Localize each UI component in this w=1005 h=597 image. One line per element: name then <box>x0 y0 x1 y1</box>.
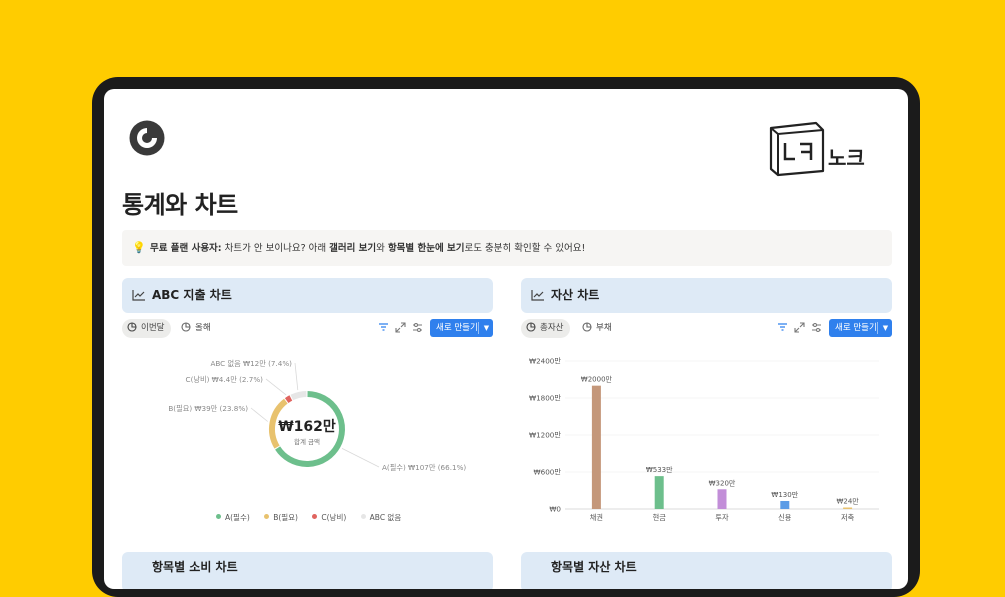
page-logo-icon <box>129 120 165 156</box>
notion-page: 노크 통계와 차트 💡 무료 플랜 사용자: 차트가 안 보이나요? 아래 갤러리… <box>104 89 908 589</box>
chevron-down-icon[interactable]: ▼ <box>880 319 891 337</box>
bar[interactable] <box>843 507 853 510</box>
tab-liabilities-label: 부채 <box>596 323 612 333</box>
donut-labels: A(필수) ₩107만 (66.1%) B(필요) ₩39만 (23.8%) C(낭… <box>168 359 466 472</box>
y-tick-label: ₩1800만 <box>529 394 561 403</box>
asset-chart-title: 자산 차트 <box>551 288 600 302</box>
tab-total-assets-label: 총자산 <box>540 323 564 333</box>
x-tick-label: 투자 <box>715 513 729 522</box>
callout-text-2: 와 <box>376 243 388 254</box>
assets-by-item-title: 항목별 자산 차트 <box>551 560 637 574</box>
donut-slice-label: A(필수) ₩107만 (66.1%) <box>382 463 466 472</box>
tab-liabilities[interactable]: 부채 <box>577 319 619 338</box>
bar[interactable] <box>780 500 790 509</box>
pie-chart-icon <box>582 322 592 332</box>
x-tick-label: 저축 <box>841 513 855 522</box>
donut-slice-label: ABC 없음 ₩12만 (7.4%) <box>210 359 292 368</box>
pie-chart-icon <box>181 322 191 332</box>
y-tick-label: ₩1200만 <box>529 431 561 440</box>
legend-item: B(필요) <box>264 513 298 522</box>
new-button-label: 새로 만들기 <box>835 323 877 333</box>
expand-icon[interactable] <box>794 322 805 333</box>
donut-slice[interactable] <box>290 391 307 401</box>
bar[interactable] <box>717 489 727 509</box>
callout-itemview: 항목별 한눈에 보기 <box>387 243 465 254</box>
donut-slice-label: B(필요) ₩39만 (23.8%) <box>168 404 248 413</box>
callout-gallery: 갤러리 보기 <box>329 243 377 254</box>
bar-value-label: ₩2000만 <box>581 375 613 384</box>
callout: 💡 무료 플랜 사용자: 차트가 안 보이나요? 아래 갤러리 보기와 항목별 한… <box>122 230 892 266</box>
y-tick-label: ₩0 <box>549 505 561 514</box>
donut-leader-line <box>294 362 299 391</box>
new-button-label: 새로 만들기 <box>436 323 478 333</box>
donut-legend: A(필수) B(필요) C(낭비) ABC 없음 <box>216 512 413 523</box>
bar-value-label: ₩320만 <box>709 478 736 487</box>
bar[interactable] <box>591 385 601 509</box>
abc-donut-chart: A(필수) ₩107만 (66.1%) B(필요) ₩39만 (23.8%) C(낭… <box>168 359 466 472</box>
x-tick-label: 현금 <box>653 513 667 522</box>
filter-icon[interactable] <box>777 322 788 333</box>
expand-icon[interactable] <box>395 322 406 333</box>
pie-chart-icon <box>127 322 137 332</box>
abc-chart-title: ABC 지출 차트 <box>152 288 232 302</box>
y-tick-label: ₩600만 <box>534 468 562 477</box>
donut-leader-line <box>341 448 380 468</box>
callout-text-1: 차트가 안 보이나요? 아래 <box>221 243 330 254</box>
donut-leaders <box>250 362 380 468</box>
brand-logo: 노크 <box>769 121 865 177</box>
donut-slice-label: C(낭비) ₩4.4만 (2.7%) <box>186 375 264 384</box>
asset-chart-header: 자산 차트 <box>521 278 892 313</box>
new-button-left[interactable]: 새로 만들기 ▼ <box>430 319 493 337</box>
donut-leader-line <box>265 378 287 396</box>
legend-none: ABC 없음 <box>369 513 402 522</box>
legend-a: A(필수) <box>225 513 250 522</box>
pie-chart-icon <box>526 322 536 332</box>
donut-center-label: 합계 금액 <box>294 437 320 446</box>
tab-this-year[interactable]: 올해 <box>176 319 218 338</box>
assets-by-item-header: 항목별 자산 차트 <box>521 552 892 589</box>
brand-name: 노크 <box>828 146 865 170</box>
callout-text-3: 로도 충분히 확인할 수 있어요! <box>464 243 586 254</box>
settings-sliders-icon[interactable] <box>412 322 423 333</box>
legend-c: C(낭비) <box>321 513 347 522</box>
bar-series <box>591 385 853 510</box>
asset-bar-chart: ₩0 ₩600만 ₩1200만 ₩1800만 ₩2400만 ₩2000만 ₩533만 ₩32… <box>529 357 879 522</box>
x-tick-label: 신용 <box>778 513 792 522</box>
bar-y-ticks: ₩0 ₩600만 ₩1200만 ₩1800만 ₩2400만 <box>529 357 561 514</box>
spending-by-item-header: 항목별 소비 차트 <box>122 552 493 589</box>
abc-chart-toolbar: 이번달 올해 새로 만들기 ▼ <box>122 319 493 339</box>
bar-value-label: ₩24만 <box>836 497 859 506</box>
page-title: 통계와 차트 <box>122 191 238 219</box>
chart-icon <box>132 290 145 301</box>
bar-value-label: ₩533만 <box>646 465 673 474</box>
donut-slice[interactable] <box>284 395 293 403</box>
bar-value-label: ₩130만 <box>771 490 798 499</box>
chart-icon <box>531 290 544 301</box>
tab-this-month[interactable]: 이번달 <box>122 319 172 338</box>
new-button-right[interactable]: 새로 만들기 ▼ <box>829 319 892 337</box>
tab-this-year-label: 올해 <box>195 323 211 333</box>
lightbulb-icon: 💡 <box>132 241 146 254</box>
asset-chart-toolbar: 총자산 부채 새로 만들기 ▼ <box>521 319 892 339</box>
bar-value-labels: ₩2000만 ₩533만 ₩320만 ₩130만 ₩24만 <box>581 375 859 506</box>
legend-item: A(필수) <box>216 513 250 522</box>
x-tick-label: 채권 <box>590 513 603 522</box>
y-tick-label: ₩2400만 <box>529 357 561 366</box>
filter-icon[interactable] <box>378 322 389 333</box>
tab-this-month-label: 이번달 <box>141 323 165 333</box>
legend-item: C(낭비) <box>312 513 346 522</box>
settings-sliders-icon[interactable] <box>811 322 822 333</box>
callout-prefix: 무료 플랜 사용자: <box>150 243 222 254</box>
tab-total-assets[interactable]: 총자산 <box>521 319 571 338</box>
abc-chart-header: ABC 지출 차트 <box>122 278 493 313</box>
donut-center-value: ₩162만 <box>278 419 336 435</box>
spending-by-item-title: 항목별 소비 차트 <box>152 560 238 574</box>
chevron-down-icon[interactable]: ▼ <box>481 319 492 337</box>
legend-item: ABC 없음 <box>360 513 402 522</box>
bar-x-labels: 채권 현금 투자 신용 저축 <box>590 513 855 522</box>
legend-b: B(필요) <box>273 513 298 522</box>
donut-leader-line <box>250 407 268 422</box>
bar[interactable] <box>654 476 664 509</box>
